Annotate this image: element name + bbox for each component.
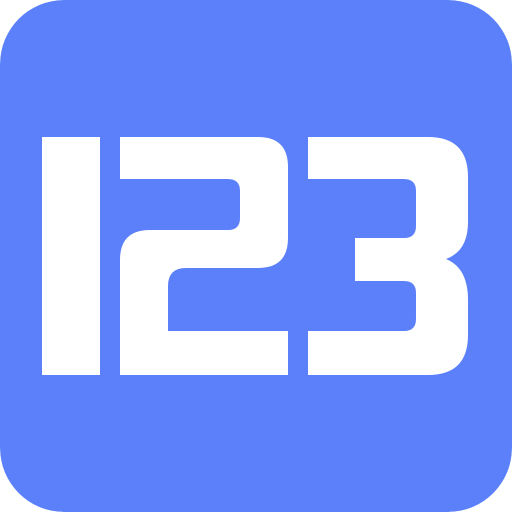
app-icon-graphic bbox=[0, 0, 512, 512]
app-icon-123[interactable] bbox=[0, 0, 512, 512]
digit-1 bbox=[42, 137, 100, 375]
digit-2 bbox=[120, 137, 288, 375]
